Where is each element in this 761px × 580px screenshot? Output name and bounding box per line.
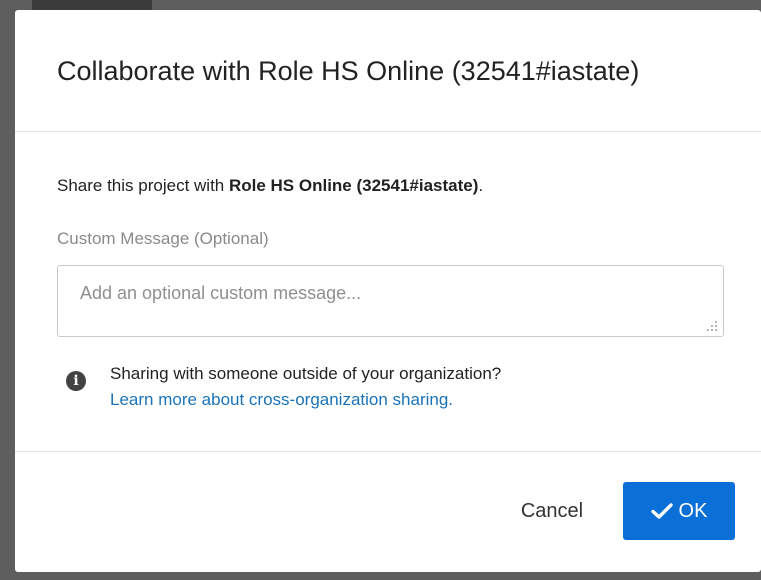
backdrop-toolbar-fragment bbox=[32, 0, 152, 10]
custom-message-input[interactable] bbox=[57, 265, 724, 337]
checkmark-icon bbox=[650, 503, 673, 519]
footer-divider bbox=[15, 451, 761, 452]
dialog-header: Collaborate with Role HS Online (32541#i… bbox=[15, 10, 761, 132]
collaborate-dialog: Collaborate with Role HS Online (32541#i… bbox=[15, 10, 761, 572]
cross-org-question: Sharing with someone outside of your org… bbox=[110, 364, 502, 383]
ok-button[interactable]: OK bbox=[623, 482, 735, 540]
share-prefix: Share this project with bbox=[57, 176, 229, 195]
cross-org-sharing-link[interactable]: Learn more about cross-organization shar… bbox=[110, 390, 453, 410]
resize-grip-icon[interactable] bbox=[706, 320, 718, 332]
share-description: Share this project with Role HS Online (… bbox=[57, 176, 483, 196]
share-suffix: . bbox=[478, 176, 484, 195]
custom-message-label: Custom Message (Optional) bbox=[57, 229, 269, 248]
share-target: Role HS Online (32541#iastate) bbox=[228, 176, 479, 195]
ok-button-label: OK bbox=[678, 499, 708, 522]
info-icon: i bbox=[66, 371, 86, 391]
cancel-button[interactable]: Cancel bbox=[501, 482, 603, 540]
dialog-title: Collaborate with Role HS Online (32541#i… bbox=[57, 56, 640, 86]
